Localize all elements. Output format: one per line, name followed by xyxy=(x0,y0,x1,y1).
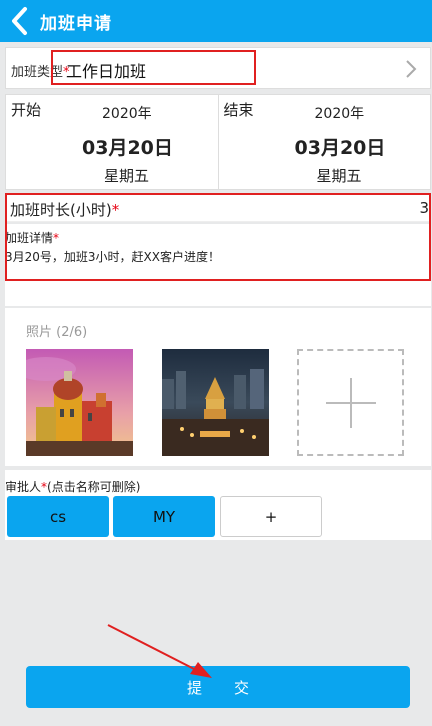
chevron-right-icon xyxy=(406,60,417,78)
page-title: 加班申请 xyxy=(40,13,112,34)
start-year: 2020年 xyxy=(102,106,152,122)
date-range: 开始 2020年 03月20日 星期五 结束 2020年 03月20日 星期五 xyxy=(5,94,431,190)
duration-field[interactable]: 加班时长(小时)* 3 xyxy=(5,194,431,222)
end-date-picker[interactable]: 结束 2020年 03月20日 星期五 xyxy=(217,95,431,189)
top-bar: 加班申请 xyxy=(0,0,432,42)
start-weekday: 星期五 xyxy=(104,167,150,185)
detail-text: 3月20号，加班3小时，赶XX客户进度！ xyxy=(5,250,220,264)
start-label: 开始 xyxy=(11,101,42,119)
overtime-type-selector[interactable]: 加班类型* 工作日加班 xyxy=(5,47,431,89)
photos-section: 照片 (2/6) xyxy=(5,308,431,466)
detail-label: 加班详情* xyxy=(5,231,60,245)
back-button[interactable] xyxy=(0,0,40,42)
add-approver-button[interactable]: + xyxy=(220,496,322,537)
end-weekday: 星期五 xyxy=(316,167,362,185)
add-photo-button[interactable] xyxy=(297,349,404,456)
duration-label: 加班时长(小时)* xyxy=(10,201,120,219)
submit-button[interactable]: 提交 xyxy=(26,666,410,708)
photo-thumbnail-castle[interactable] xyxy=(26,349,133,456)
end-label: 结束 xyxy=(223,101,254,119)
approver-chip[interactable]: MY xyxy=(113,496,215,537)
back-chevron-icon xyxy=(12,7,27,35)
overtime-type-label: 加班类型* xyxy=(11,65,70,80)
approvers-label: 审批人*(点击名称可删除) xyxy=(5,480,141,494)
plus-icon xyxy=(325,377,376,428)
approvers-section: 审批人*(点击名称可删除) cs MY + xyxy=(5,470,431,540)
overtime-type-value: 工作日加班 xyxy=(66,62,147,81)
detail-field[interactable]: 加班详情* 3月20号，加班3小时，赶XX客户进度！ xyxy=(5,224,431,306)
end-year: 2020年 xyxy=(314,106,365,122)
photo-thumbnail-pagoda[interactable] xyxy=(162,349,269,456)
end-month-day: 03月20日 xyxy=(294,137,386,159)
photos-label: 照片 (2/6) xyxy=(26,325,88,340)
approver-chip[interactable]: cs xyxy=(7,496,109,537)
start-date-picker[interactable]: 开始 2020年 03月20日 星期五 xyxy=(6,95,218,189)
duration-value: 3 xyxy=(419,199,429,217)
start-month-day: 03月20日 xyxy=(82,137,173,159)
